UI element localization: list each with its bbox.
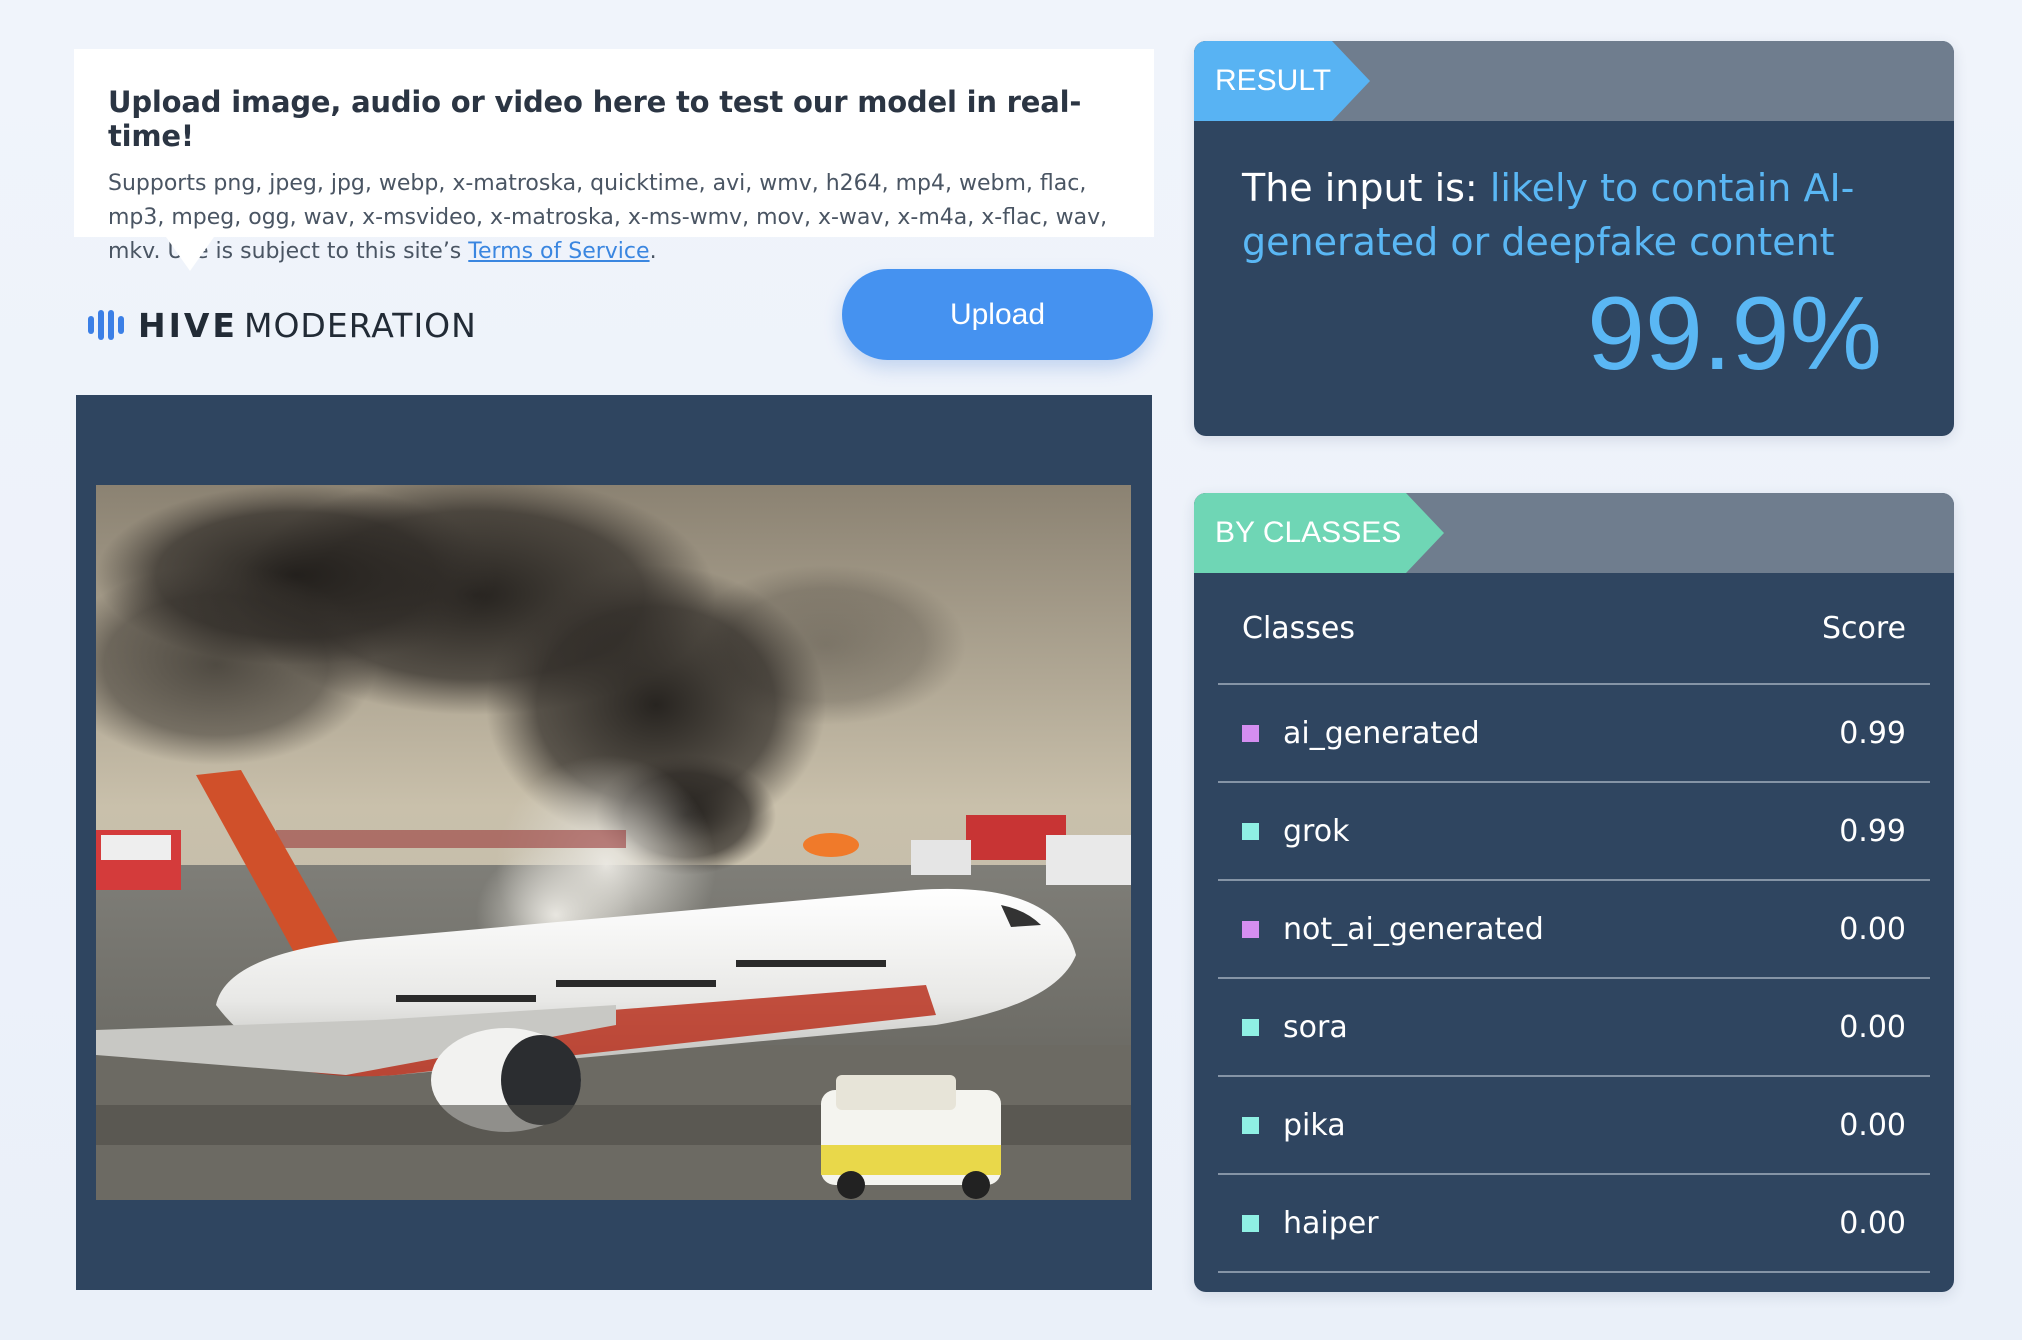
hive-bars-icon <box>88 310 124 340</box>
table-row: haiper 0.00 <box>1218 1175 1930 1273</box>
table-row: sora 0.00 <box>1218 979 1930 1077</box>
class-name: haiper <box>1283 1205 1379 1241</box>
classes-table: Classes Score ai_generated 0.99 grok 0.99 no… <box>1218 573 1930 1273</box>
tooltip-description: Supports png, jpeg, jpg, webp, x-matrosk… <box>108 167 1120 269</box>
class-color-swatch <box>1242 1214 1259 1232</box>
terms-of-service-link[interactable]: Terms of Service <box>468 239 649 264</box>
class-score: 0.00 <box>1839 1205 1906 1241</box>
class-color-swatch <box>1242 1018 1259 1036</box>
score-column-header: Score <box>1821 610 1906 646</box>
table-row: ai_generated 0.99 <box>1218 685 1930 783</box>
classes-card: BY CLASSES Classes Score ai_generated 0.9… <box>1194 493 1954 1292</box>
result-body: The input is: likely to contain AI-gener… <box>1194 121 1954 389</box>
uploaded-image <box>96 485 1131 1200</box>
class-score: 0.00 <box>1839 911 1906 947</box>
class-score: 0.99 <box>1839 715 1906 751</box>
class-name: sora <box>1283 1009 1348 1045</box>
classes-table-body: ai_generated 0.99 grok 0.99 not_ai_generated… <box>1218 685 1930 1273</box>
result-statement: The input is: likely to contain AI-gener… <box>1242 161 1906 269</box>
table-row: grok 0.99 <box>1218 783 1930 881</box>
media-preview-panel <box>76 395 1152 1290</box>
class-name: pika <box>1283 1107 1346 1143</box>
classes-table-header: Classes Score <box>1218 573 1930 685</box>
table-row: pika 0.00 <box>1218 1077 1930 1175</box>
class-name: ai_generated <box>1283 715 1480 751</box>
class-color-swatch <box>1242 822 1259 840</box>
class-name: grok <box>1283 813 1350 849</box>
class-color-swatch <box>1242 920 1259 938</box>
class-cell: sora <box>1242 1010 1348 1045</box>
result-card: RESULT The input is: likely to contain A… <box>1194 41 1954 436</box>
table-row: not_ai_generated 0.00 <box>1218 881 1930 979</box>
class-color-swatch <box>1242 724 1259 742</box>
result-card-header: RESULT <box>1194 41 1954 121</box>
upload-button[interactable]: Upload <box>842 269 1153 360</box>
classes-tag: BY CLASSES <box>1194 493 1444 573</box>
result-confidence-percent: 99.9% <box>1587 276 1882 392</box>
class-cell: not_ai_generated <box>1242 912 1544 947</box>
class-score: 0.00 <box>1839 1009 1906 1045</box>
logo-product: MODERATION <box>243 305 477 345</box>
class-score: 0.99 <box>1839 813 1906 849</box>
logo-brand: HIVE <box>138 305 238 345</box>
class-cell: pika <box>1242 1108 1346 1143</box>
class-cell: ai_generated <box>1242 716 1480 751</box>
upload-instructions-tooltip: Upload image, audio or video here to tes… <box>74 49 1154 271</box>
page: Upload image, audio or video here to tes… <box>0 0 2022 1340</box>
hive-moderation-logo: HIVE MODERATION <box>88 305 477 345</box>
classes-column-header: Classes <box>1242 610 1356 646</box>
tooltip-title: Upload image, audio or video here to tes… <box>108 85 1082 153</box>
result-prefix: The input is: <box>1242 166 1490 210</box>
class-color-swatch <box>1242 1116 1259 1134</box>
class-name: not_ai_generated <box>1283 911 1544 947</box>
class-score: 0.00 <box>1839 1107 1906 1143</box>
result-tag: RESULT <box>1194 41 1370 121</box>
classes-card-header: BY CLASSES <box>1194 493 1954 573</box>
class-cell: grok <box>1242 814 1349 849</box>
tooltip-description-end: . <box>649 239 657 264</box>
class-cell: haiper <box>1242 1206 1379 1241</box>
